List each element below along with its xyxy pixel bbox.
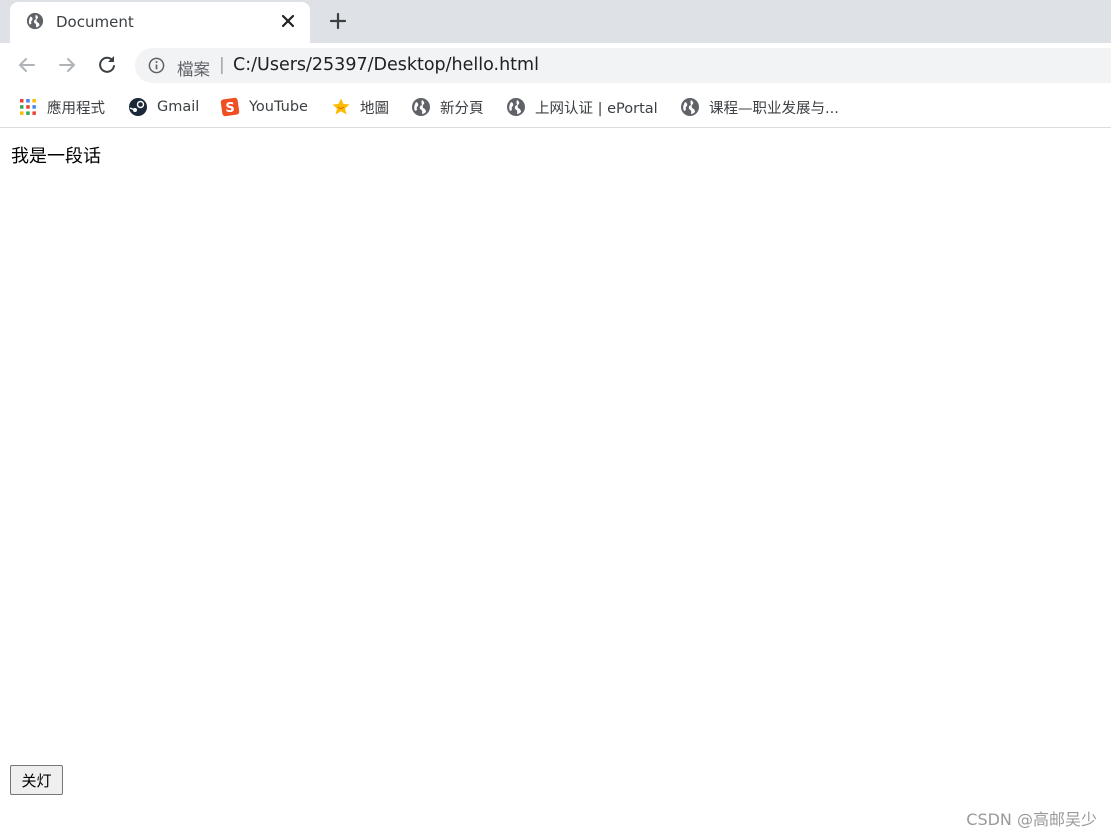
bookmarks-bar: 應用程式 Gmail S YouTube 地圖 新分頁 上网认证 | ePort…	[0, 87, 1111, 128]
info-icon[interactable]	[148, 57, 165, 74]
steam-icon	[129, 98, 147, 116]
watermark: CSDN @高邮吴少	[966, 810, 1097, 829]
lights-off-button[interactable]: 关灯	[10, 765, 63, 795]
forward-arrow-icon[interactable]	[54, 52, 80, 78]
bookmark-label: 地圖	[360, 100, 389, 117]
bookmark-label: 新分頁	[440, 100, 484, 117]
bookmark-apps[interactable]: 應用程式	[18, 95, 105, 119]
tab-document[interactable]: Document	[10, 2, 310, 43]
back-arrow-icon[interactable]	[14, 52, 40, 78]
reload-icon[interactable]	[94, 52, 120, 78]
star-icon	[332, 98, 350, 115]
address-separator: |	[219, 55, 225, 75]
paragraph-text: 我是一段话	[11, 146, 101, 167]
tab-strip: Document	[0, 0, 1111, 43]
globe-icon	[412, 98, 430, 116]
bookmark-label: 應用程式	[47, 100, 105, 117]
url-text[interactable]: C:/Users/25397/Desktop/hello.html	[233, 55, 539, 75]
new-tab-plus-icon[interactable]	[326, 9, 350, 33]
globe-icon	[26, 12, 44, 30]
bookmark-label: 上网认证 | ePortal	[535, 100, 658, 117]
apps-grid-icon	[20, 99, 36, 115]
bookmark-label: YouTube	[249, 99, 308, 115]
bookmark-eportal[interactable]: 上网认证 | ePortal	[506, 95, 658, 119]
tab-title: Document	[56, 13, 134, 31]
bookmark-gmail[interactable]: Gmail	[128, 95, 199, 119]
bookmark-maps[interactable]: 地圖	[331, 95, 389, 119]
globe-icon	[681, 98, 699, 116]
file-scheme-label: 檔案	[177, 60, 210, 79]
globe-icon	[507, 98, 525, 116]
bookmark-label: 课程—职业发展与...	[709, 100, 839, 117]
browser-toolbar: 檔案 | C:/Users/25397/Desktop/hello.html	[0, 43, 1111, 87]
address-bar[interactable]: 檔案 | C:/Users/25397/Desktop/hello.html	[135, 48, 1111, 83]
close-icon[interactable]	[278, 11, 298, 31]
bookmark-label: Gmail	[157, 99, 200, 115]
bookmark-new-tab[interactable]: 新分頁	[411, 95, 484, 119]
bookmark-course[interactable]: 课程—职业发展与...	[680, 95, 839, 119]
sohu-icon: S	[220, 97, 240, 117]
bookmark-youtube[interactable]: S YouTube	[220, 95, 308, 119]
svg-text:S: S	[225, 101, 234, 116]
